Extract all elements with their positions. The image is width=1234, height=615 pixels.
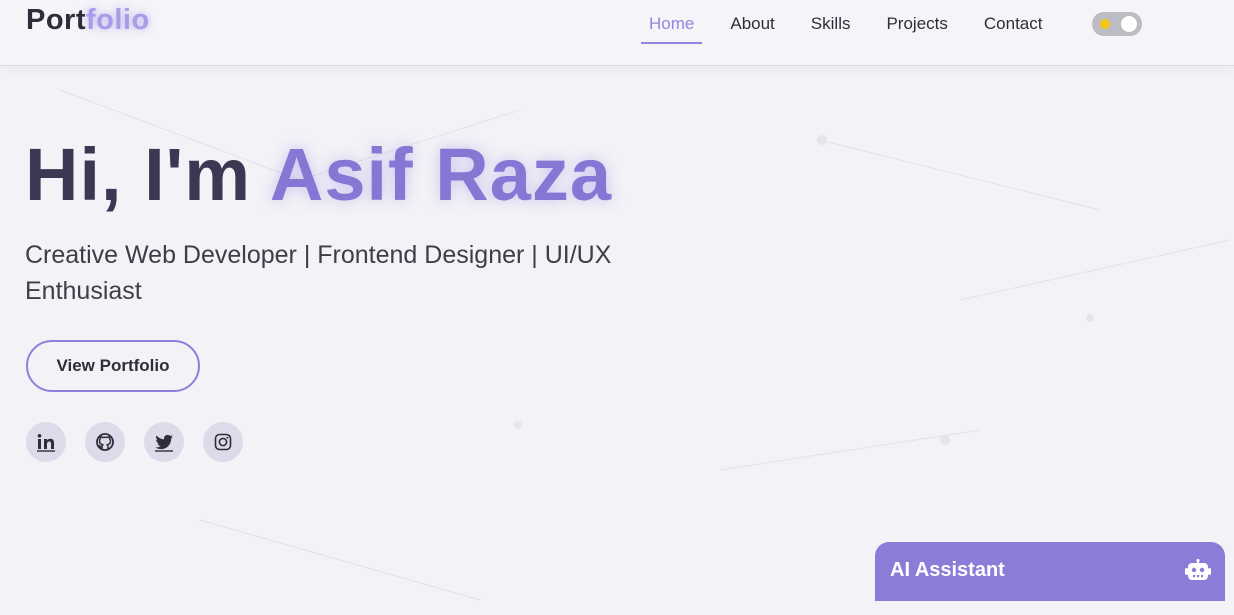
instagram-icon xyxy=(214,433,232,451)
social-links xyxy=(26,422,262,462)
robot-icon[interactable] xyxy=(1185,559,1211,583)
hero-greeting: Hi, I'm xyxy=(25,133,270,216)
twitter-link[interactable] xyxy=(144,422,184,462)
linkedin-icon xyxy=(37,434,55,452)
github-icon xyxy=(96,433,114,451)
nav-item-skills[interactable]: Skills xyxy=(803,12,859,44)
ai-assistant-label: AI Assistant xyxy=(890,559,1005,581)
hero-name: Asif Raza xyxy=(269,133,612,216)
hero-subtitle: Creative Web Developer | Frontend Design… xyxy=(25,241,612,305)
nav-item-home[interactable]: Home xyxy=(641,12,703,44)
hero-title: Hi, I'm Asif Raza xyxy=(25,133,612,217)
twitter-icon xyxy=(155,434,173,452)
github-link[interactable] xyxy=(85,422,125,462)
logo[interactable]: Portfolio xyxy=(26,4,150,37)
sun-icon xyxy=(1100,19,1110,29)
nav-item-contact[interactable]: Contact xyxy=(976,12,1051,44)
logo-text-primary: Port xyxy=(26,4,86,36)
site-header: Portfolio Home About Skills Projects Con… xyxy=(0,0,1234,66)
linkedin-link[interactable] xyxy=(26,422,66,462)
main-nav: Home About Skills Projects Contact xyxy=(641,12,1070,44)
logo-text-accent: folio xyxy=(86,4,150,36)
ai-assistant-panel[interactable]: AI Assistant xyxy=(875,542,1225,601)
nav-item-about[interactable]: About xyxy=(722,12,782,44)
instagram-link[interactable] xyxy=(203,422,243,462)
theme-toggle[interactable] xyxy=(1092,12,1142,36)
nav-item-projects[interactable]: Projects xyxy=(878,12,955,44)
moon-icon xyxy=(1121,16,1137,32)
view-portfolio-button[interactable]: View Portfolio xyxy=(26,340,200,392)
